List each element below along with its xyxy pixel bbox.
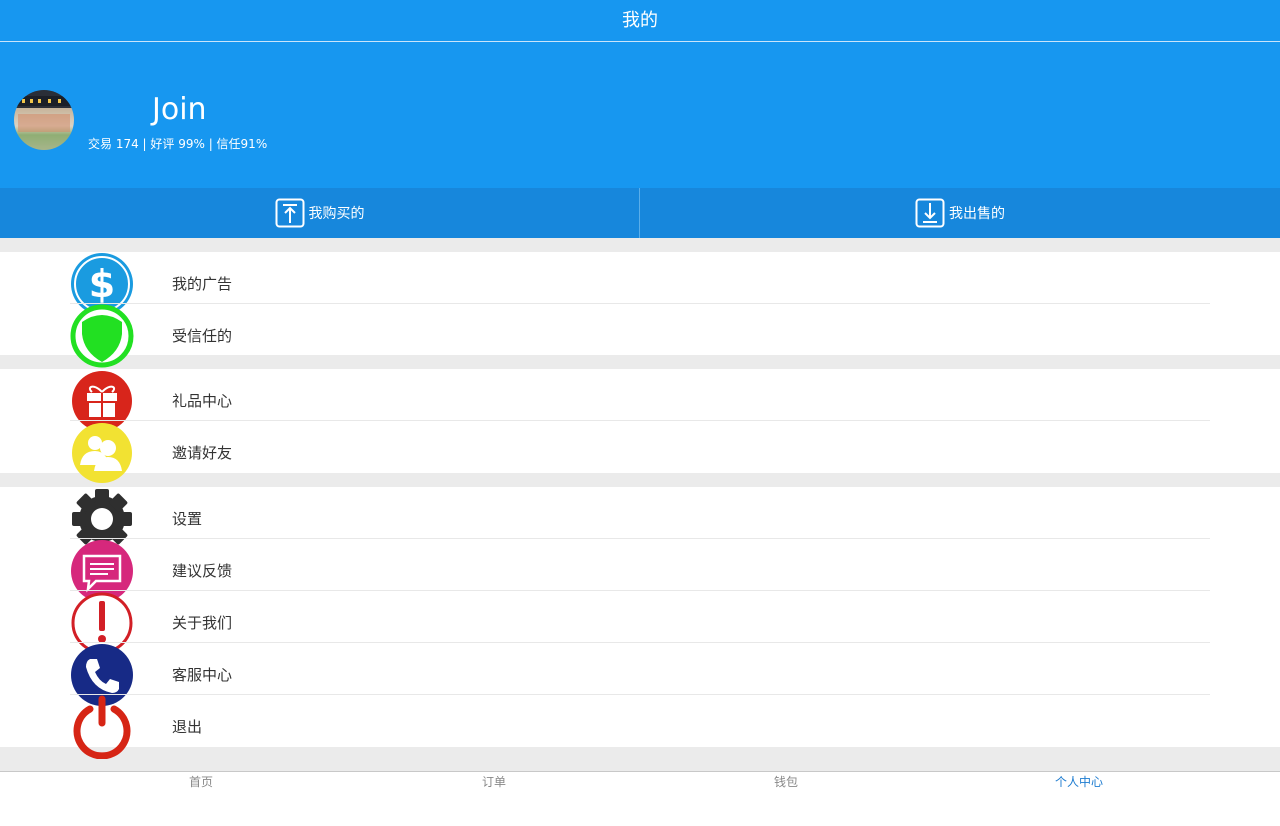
bottom-nav: 首页 订单 钱包 个人中心 (0, 771, 1280, 826)
nav-profile[interactable]: 个人中心 (919, 772, 1239, 792)
download-box-icon (915, 198, 945, 228)
nav-orders-label: 订单 (481, 775, 506, 789)
user-stats: 交易 174 | 好评 99% | 信任91% (88, 137, 268, 151)
nav-orders[interactable]: 订单 (334, 772, 654, 792)
menu-item-feedback[interactable]: 建议反馈 (0, 539, 1280, 602)
upload-box-icon (275, 198, 304, 228)
tab-bought-label: 我购买的 (308, 206, 365, 222)
menu-item-trusted[interactable]: 受信任的 (0, 304, 1280, 368)
menu-item-settings[interactable]: 设置 (0, 487, 1280, 549)
avatar[interactable] (14, 90, 74, 150)
tab-sold[interactable]: 我出售的 (640, 188, 1280, 238)
power-icon (73, 695, 131, 759)
menu-item-logout[interactable]: 退出 (0, 695, 1280, 759)
tab-bought[interactable]: 我购买的 (0, 188, 640, 238)
svg-text:$: $ (89, 262, 115, 306)
menu-item-logout-label: 退出 (172, 718, 203, 736)
menu-item-about[interactable]: 关于我们 (0, 591, 1280, 654)
title-bar: 我的 (0, 0, 1280, 42)
menu-group-3: 设置 建议反馈 关于我们 客服中心 退出 (0, 487, 1280, 759)
friends-icon (72, 423, 132, 483)
menu-group-1: $ 我的广告 受信任的 (0, 252, 1280, 368)
menu-item-ads[interactable]: $ 我的广告 (0, 252, 1280, 315)
user-name: Join (152, 92, 207, 127)
nav-home[interactable]: 首页 (41, 772, 361, 792)
menu-item-invite-label: 邀请好友 (172, 444, 233, 462)
shield-icon (70, 304, 134, 368)
nav-profile-label: 个人中心 (1054, 775, 1103, 789)
trade-tabs: 我购买的 我出售的 (0, 188, 1280, 238)
menu-group-2: 礼品中心 邀请好友 (0, 369, 1280, 483)
tab-sold-label: 我出售的 (949, 206, 1005, 222)
page-title: 我的 (622, 10, 658, 31)
menu-item-trusted-label: 受信任的 (172, 327, 233, 345)
menu-item-invite[interactable]: 邀请好友 (0, 421, 1280, 483)
nav-wallet[interactable]: 钱包 (626, 772, 946, 792)
menu-item-service[interactable]: 客服中心 (0, 643, 1280, 706)
profile-header: Join 交易 174 | 好评 99% | 信任91% (0, 42, 1280, 188)
nav-wallet-label: 钱包 (773, 775, 798, 789)
nav-home-label: 首页 (188, 775, 213, 789)
menu-item-gifts[interactable]: 礼品中心 (0, 369, 1280, 431)
